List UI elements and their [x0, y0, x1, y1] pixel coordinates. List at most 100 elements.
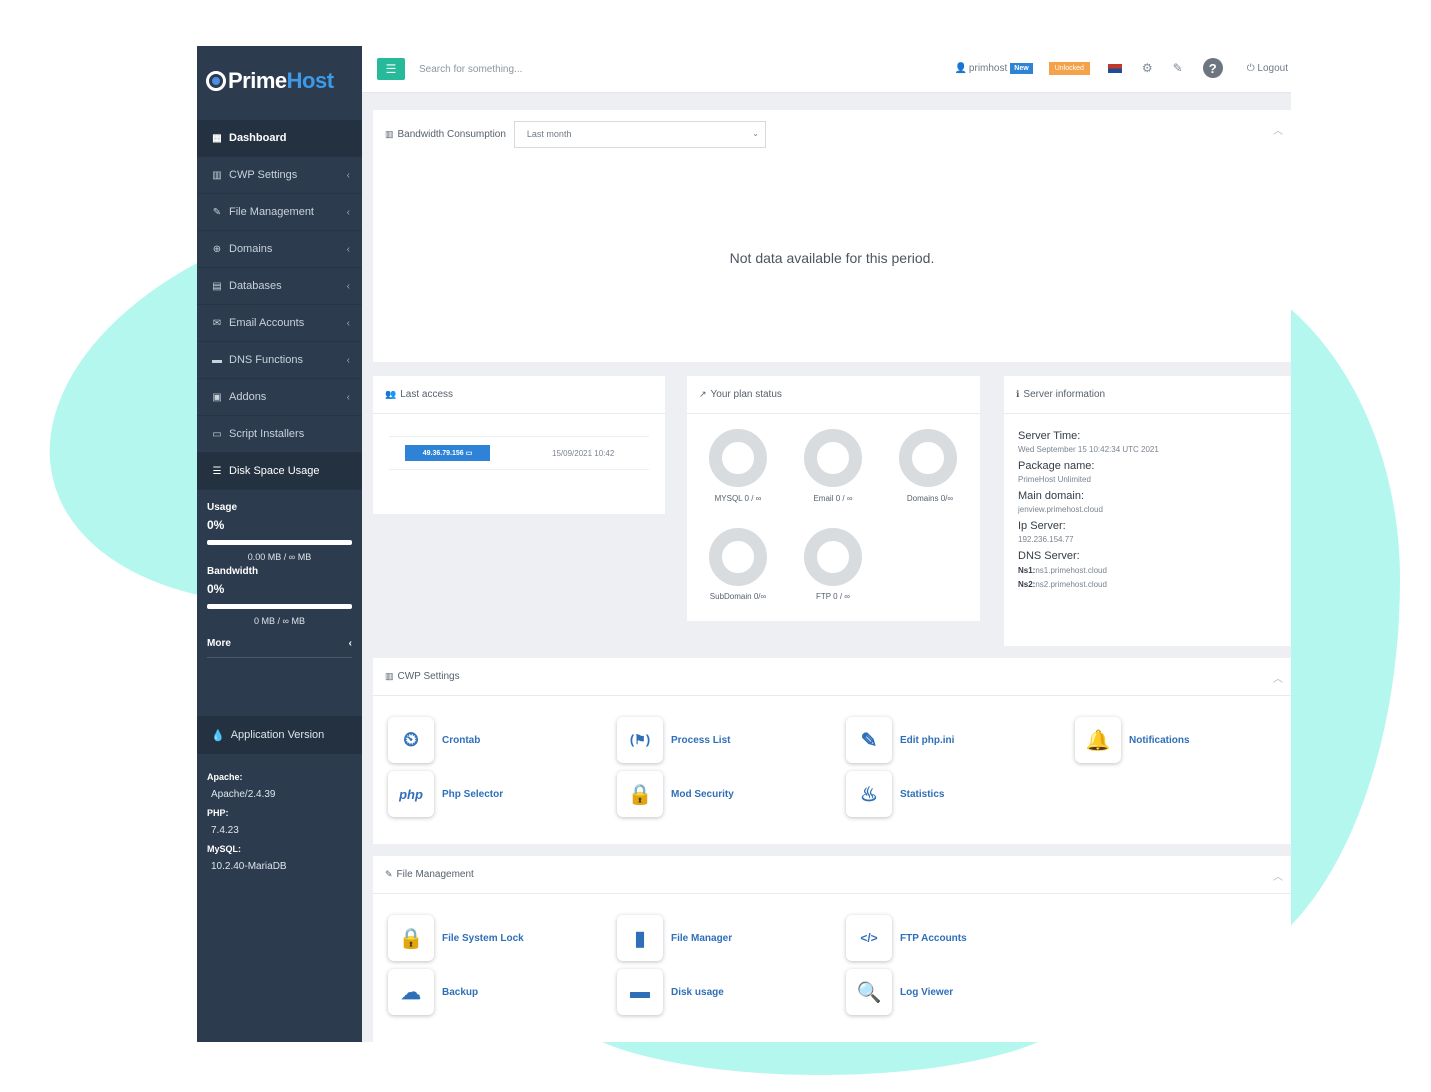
log-viewer-tile[interactable]: 🔍 Log Viewer — [846, 969, 953, 1015]
file-archive-icon: ▮ — [617, 915, 663, 961]
period-value: Last month — [526, 129, 572, 139]
sidebar-item-databases[interactable]: ▤ Databases ‹ — [197, 268, 362, 305]
version-key: PHP: — [207, 808, 229, 818]
bandwidth-value: 0 MB / ∞ MB — [254, 616, 305, 626]
search-input[interactable] — [419, 63, 719, 75]
sidebar-item-label: DNS Functions — [229, 354, 303, 366]
panel-header: ▥ CWP Settings ︿ — [373, 658, 1291, 696]
cwp-settings-panel: ▥ CWP Settings ︿ ⏲ Crontab (⚑) Process L… — [373, 658, 1291, 844]
backup-tile[interactable]: ☁ Backup — [388, 969, 478, 1015]
ip-badge[interactable]: 49.36.79.156 ▭ — [405, 445, 490, 461]
panel-title: Your plan status — [710, 389, 782, 400]
list-icon: ☰ — [212, 465, 222, 477]
sidebar-item-label: Addons — [229, 391, 267, 403]
sidebar-item-label: Script Installers — [229, 428, 305, 440]
sidebar-item-cwp-settings[interactable]: ▥ CWP Settings ‹ — [197, 157, 362, 194]
period-select[interactable]: Last month ⌄ — [513, 120, 766, 148]
ftp-accounts-tile[interactable]: </> FTP Accounts — [846, 915, 967, 961]
chevron-left-icon: ‹ — [346, 354, 350, 366]
panel-header: ▥ Bandwidth Consumption Last month ⌄ ︿ — [373, 110, 1291, 158]
flag-icon: ▭ — [465, 450, 473, 457]
server-icon: ▬ — [212, 354, 222, 366]
tile-label: Backup — [442, 986, 479, 998]
disk-usage-tile[interactable]: ▬ Disk usage — [617, 969, 724, 1015]
plan-status-panel: ↗ Your plan status MYSQL 0 / ∞ Email 0 /… — [687, 376, 980, 621]
panel-header: ✎ File Management ︿ — [373, 856, 1291, 894]
ip-server-value: 192.236.154.77 — [1018, 535, 1074, 544]
file-system-lock-tile[interactable]: 🔒 File System Lock — [388, 915, 524, 961]
monitor-icon: ▭ — [212, 428, 222, 440]
sidebar-item-dns-functions[interactable]: ▬ DNS Functions ‹ — [197, 342, 362, 379]
help-icon[interactable]: ? — [1202, 58, 1223, 78]
edit-php-ini-tile[interactable]: ✎ Edit php.ini — [846, 717, 954, 763]
php-icon: php — [388, 771, 434, 817]
sidebar-item-disk-space-usage[interactable]: ☰ Disk Space Usage — [197, 453, 362, 490]
brush-icon[interactable]: ✎ — [1173, 61, 1183, 75]
us-flag-icon[interactable] — [1107, 63, 1122, 73]
promo-background: Prime Host ▦ Dashboard ▥ CWP Settings ‹ ✎… — [0, 0, 1431, 1092]
top-bar: ☰ 👤 primhost New Unlocked ⚙ ✎ ? ⏻ Logout — [362, 46, 1291, 93]
magnifier-icon: 🔍 — [846, 969, 892, 1015]
file-code-icon: </> — [846, 915, 892, 961]
version-value: Apache/2.4.39 — [211, 789, 276, 800]
sidebar-item-file-management[interactable]: ✎ File Management ‹ — [197, 194, 362, 231]
collapse-icon[interactable]: ︿ — [1273, 868, 1283, 883]
sidebar-item-label: File Management — [229, 206, 314, 218]
sidebar-item-label: Databases — [229, 280, 282, 292]
ns1-row: Ns1:ns1.primehost.cloud — [1018, 565, 1277, 576]
php-selector-tile[interactable]: php Php Selector — [388, 771, 503, 817]
logo-mark-icon — [206, 71, 226, 91]
chevron-left-icon: ‹ — [346, 169, 350, 181]
usage-progress-bar — [207, 540, 352, 545]
statistics-tile[interactable]: ♨ Statistics — [846, 771, 944, 817]
collapse-icon[interactable]: ︿ — [1273, 670, 1283, 685]
sidebar-item-email-accounts[interactable]: ✉ Email Accounts ‹ — [197, 305, 362, 342]
chart-icon: ▥ — [212, 169, 222, 181]
ns1-key: Ns1: — [1018, 566, 1036, 575]
tile-label: Notifications — [1129, 734, 1190, 746]
puzzle-icon: ▣ — [212, 391, 222, 403]
notifications-tile[interactable]: 🔔 Notifications — [1075, 717, 1190, 763]
cwp-dashboard-window: Prime Host ▦ Dashboard ▥ CWP Settings ‹ ✎… — [197, 46, 1291, 1042]
donut-label: Email 0 / ∞ — [813, 494, 853, 503]
ip-server-label: Ip Server: — [1018, 520, 1066, 532]
tile-label: Statistics — [900, 788, 945, 800]
package-name-value: PrimeHost Unlimited — [1018, 475, 1091, 484]
chart-icon: ▥ — [385, 128, 394, 139]
menu-toggle-button[interactable]: ☰ — [377, 58, 405, 80]
sidebar-item-domains[interactable]: ⊕ Domains ‹ — [197, 231, 362, 268]
sidebar-item-label: Email Accounts — [229, 317, 305, 329]
sidebar-item-addons[interactable]: ▣ Addons ‹ — [197, 379, 362, 416]
settings-sliders-icon[interactable]: ⚙ — [1142, 61, 1153, 75]
user-name[interactable]: primhost — [969, 63, 1007, 74]
chevron-left-icon: ‹ — [346, 280, 350, 292]
unlocked-badge[interactable]: Unlocked — [1048, 61, 1090, 75]
mod-security-tile[interactable]: 🔒 Mod Security — [617, 771, 734, 817]
collapse-icon[interactable]: ︿ — [1273, 122, 1283, 137]
file-manager-tile[interactable]: ▮ File Manager — [617, 915, 732, 961]
tile-label: Php Selector — [442, 788, 504, 800]
new-badge[interactable]: New — [1010, 62, 1033, 74]
line-chart-icon: ↗ — [699, 389, 707, 399]
bandwidth-progress-bar — [207, 604, 352, 609]
access-date: 15/09/2021 10:42 — [552, 448, 615, 458]
subdomain-donut-chart — [709, 528, 767, 586]
usage-label: Usage — [207, 502, 238, 513]
top-bar-actions: 👤 primhost New Unlocked ⚙ ✎ ? ⏻ Logout — [954, 58, 1288, 78]
chevron-left-icon: ‹ — [348, 638, 352, 649]
hamburger-icon: ☰ — [385, 62, 397, 76]
tile-label: File Manager — [671, 932, 733, 944]
logout-button[interactable]: ⏻ Logout — [1247, 63, 1288, 74]
bandwidth-label: Bandwidth — [207, 566, 259, 577]
sidebar-item-dashboard[interactable]: ▦ Dashboard — [197, 120, 362, 157]
tile-label: File System Lock — [442, 932, 524, 944]
brand-logo[interactable]: Prime Host — [197, 46, 362, 116]
usage-value: 0.00 MB / ∞ MB — [247, 552, 312, 562]
logout-label: Logout — [1257, 62, 1288, 74]
crontab-tile[interactable]: ⏲ Crontab — [388, 717, 480, 763]
edit-icon: ✎ — [385, 869, 393, 879]
more-toggle[interactable]: More ‹ — [207, 638, 352, 658]
server-information-panel: ℹ Server information Server Time: Wed Se… — [1004, 376, 1291, 646]
process-list-tile[interactable]: (⚑) Process List — [617, 717, 730, 763]
sidebar-item-script-installers[interactable]: ▭ Script Installers — [197, 416, 362, 453]
